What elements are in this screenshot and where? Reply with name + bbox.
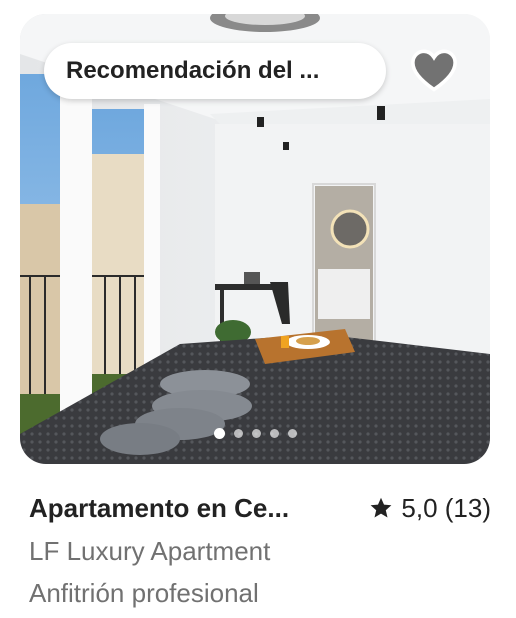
carousel-dot[interactable]	[213, 428, 225, 439]
host-type: Anfitrión profesional	[29, 578, 259, 608]
listing-card[interactable]: Recomendación del ... Apartamento en Ce.…	[0, 0, 516, 618]
carousel-dot[interactable]	[233, 429, 243, 438]
carousel-dot[interactable]	[269, 429, 279, 438]
carousel-indicator	[20, 428, 490, 439]
listing-info: Apartamento en Ce... 5,0 (13) LF Luxury …	[29, 486, 491, 614]
listing-title[interactable]: Apartamento en Ce...	[29, 493, 289, 524]
favorite-button[interactable]	[408, 44, 460, 96]
host-name: LF Luxury Apartment	[29, 536, 271, 566]
guest-favorite-badge: Recomendación del ...	[44, 43, 386, 99]
listing-photo[interactable]: Recomendación del ...	[20, 14, 490, 464]
carousel-dot[interactable]	[287, 429, 297, 438]
rating: 5,0 (13)	[369, 493, 491, 524]
carousel-dot[interactable]	[251, 429, 261, 438]
heart-icon	[411, 49, 457, 92]
star-icon	[370, 497, 392, 518]
rating-value: 5,0 (13)	[401, 492, 491, 523]
